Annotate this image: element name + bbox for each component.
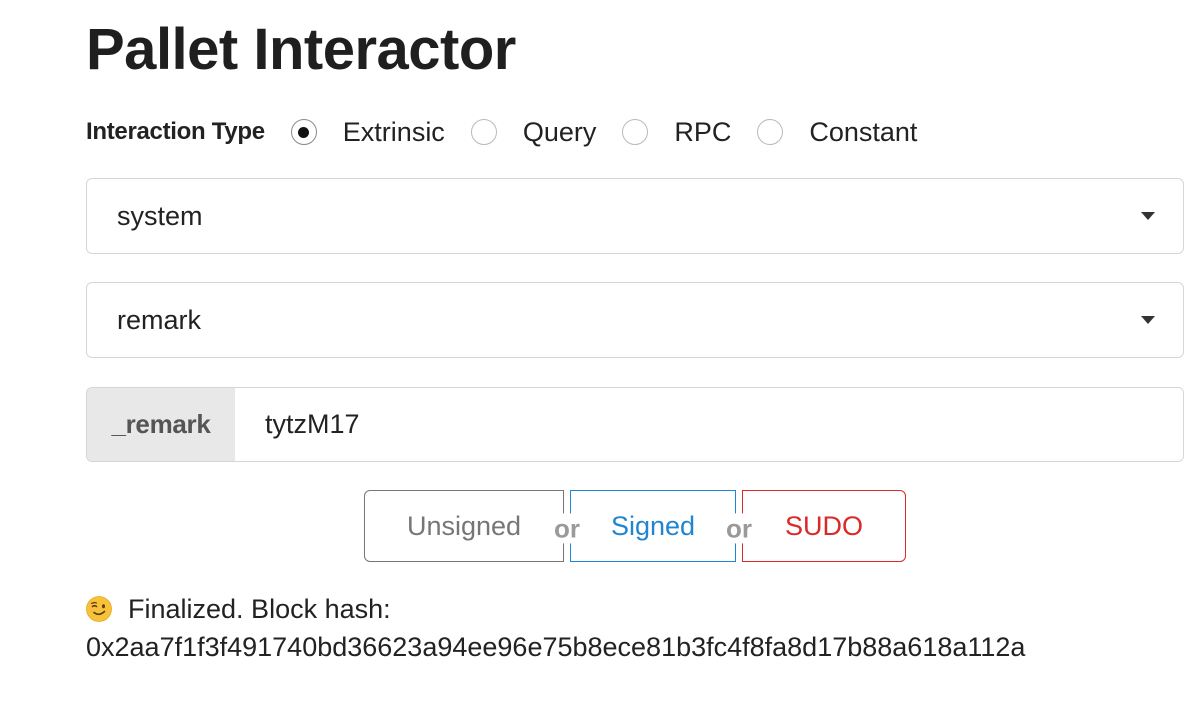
submit-button-group: Unsigned or Signed or SUDO bbox=[364, 490, 906, 562]
status-text: Finalized. Block hash: bbox=[128, 594, 391, 624]
transaction-status: Finalized. Block hash: 0x2aa7f1f3f491740… bbox=[86, 590, 1025, 666]
remark-param-group: _remark bbox=[86, 387, 1184, 462]
radio-option-constant[interactable]: Constant bbox=[757, 117, 917, 148]
status-line: Finalized. Block hash: bbox=[86, 590, 1025, 628]
signed-button[interactable]: Signed bbox=[570, 490, 736, 562]
interaction-type-group: Interaction Type Extrinsic Query RPC Con… bbox=[86, 112, 943, 152]
unsigned-button[interactable]: Unsigned bbox=[364, 490, 564, 562]
radio-option-rpc[interactable]: RPC bbox=[622, 117, 731, 148]
page-title: Pallet Interactor bbox=[86, 17, 516, 82]
or-separator: or bbox=[720, 490, 758, 562]
callable-select-value: remark bbox=[117, 304, 202, 335]
caret-down-icon bbox=[1141, 212, 1155, 220]
pallet-select[interactable]: system bbox=[86, 178, 1184, 254]
caret-down-icon bbox=[1141, 316, 1155, 324]
radio-label-constant: Constant bbox=[809, 116, 918, 147]
remark-input[interactable] bbox=[235, 388, 1183, 461]
radio-option-query[interactable]: Query bbox=[470, 116, 597, 148]
or-text: or bbox=[720, 513, 758, 544]
radio-dot bbox=[298, 126, 310, 138]
radio-button[interactable] bbox=[757, 119, 784, 145]
pallet-select-value: system bbox=[117, 200, 203, 231]
or-separator: or bbox=[548, 490, 586, 562]
or-text: or bbox=[548, 513, 586, 544]
radio-label-query: Query bbox=[522, 116, 597, 147]
radio-label-extrinsic: Extrinsic bbox=[342, 116, 445, 147]
param-label: _remark bbox=[87, 388, 235, 461]
winking-face-icon bbox=[86, 596, 112, 622]
block-hash: 0x2aa7f1f3f491740bd36623a94ee96e75b8ece8… bbox=[86, 632, 1026, 662]
radio-button-checked[interactable] bbox=[290, 119, 317, 145]
radio-option-extrinsic[interactable]: Extrinsic bbox=[290, 116, 445, 148]
callable-select[interactable]: remark bbox=[86, 282, 1184, 358]
interaction-type-label: Interaction Type bbox=[86, 118, 265, 145]
sudo-button[interactable]: SUDO bbox=[742, 490, 906, 562]
radio-button[interactable] bbox=[622, 119, 649, 145]
radio-label-rpc: RPC bbox=[674, 116, 732, 147]
radio-button[interactable] bbox=[470, 119, 497, 145]
